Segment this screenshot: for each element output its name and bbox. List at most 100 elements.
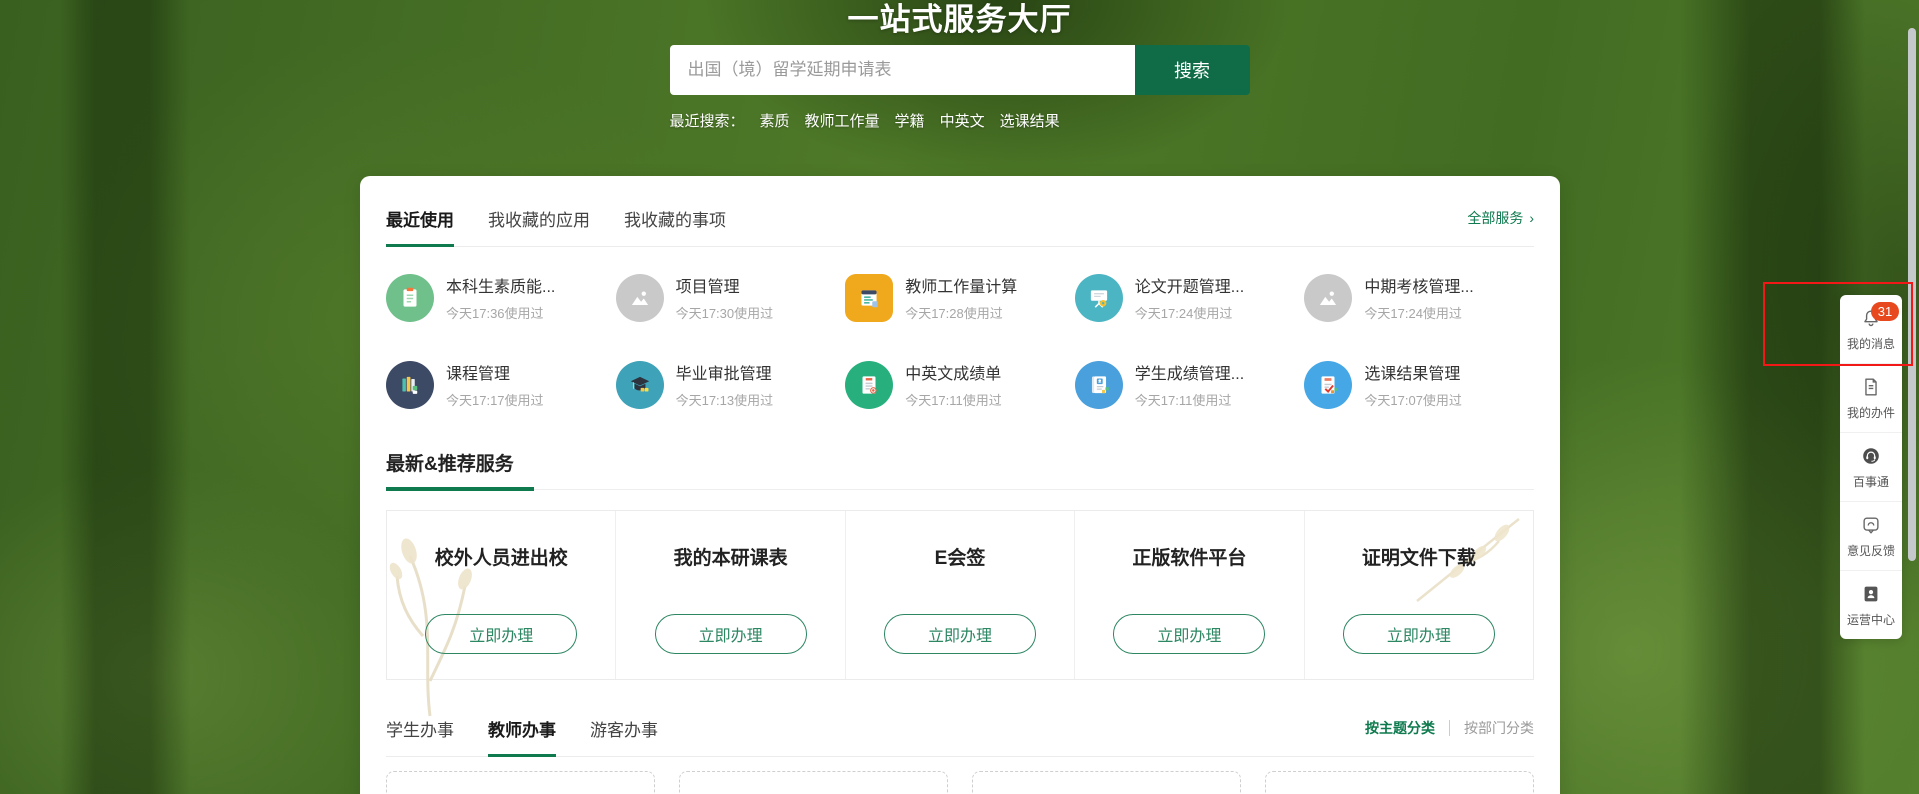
unread-count-badge: 31 bbox=[1871, 302, 1899, 321]
tab-student-services[interactable]: 学生办事 bbox=[386, 716, 454, 756]
recent-search-term[interactable]: 教师工作量 bbox=[805, 110, 880, 131]
app-item[interactable]: 论文开题管理... 今天17:24使用过 bbox=[1075, 273, 1305, 322]
recommended-heading: 最新&推荐服务 bbox=[386, 454, 514, 475]
apps-tabs: 最近使用 我收藏的应用 我收藏的事项 全部服务 › bbox=[386, 206, 1534, 247]
recent-search-term[interactable]: 学籍 bbox=[895, 110, 925, 131]
graduation-cap-icon bbox=[616, 361, 664, 409]
handle-now-button[interactable]: 立即办理 bbox=[1343, 614, 1495, 654]
app-last-used: 今天17:30使用过 bbox=[676, 303, 774, 322]
app-last-used: 今天17:17使用过 bbox=[446, 390, 544, 409]
page-title: 一站式服务大厅 bbox=[0, 0, 1919, 39]
image-placeholder-icon bbox=[1304, 274, 1352, 322]
sidebar-item-my-tasks[interactable]: 我的办件 bbox=[1840, 364, 1902, 433]
recent-apps-grid: 本科生素质能... 今天17:36使用过 项目管理 今天17:30使用过 bbox=[386, 273, 1534, 409]
tab-favorite-items[interactable]: 我收藏的事项 bbox=[624, 206, 726, 246]
handle-now-button[interactable]: 立即办理 bbox=[425, 614, 577, 654]
app-last-used: 今天17:36使用过 bbox=[446, 303, 555, 322]
recent-search-label: 最近搜索： bbox=[670, 110, 745, 131]
chevron-right-icon: › bbox=[1529, 210, 1534, 226]
app-name: 教师工作量计算 bbox=[905, 273, 1017, 297]
app-last-used: 今天17:11使用过 bbox=[905, 390, 1002, 409]
handle-now-button[interactable]: 立即办理 bbox=[655, 614, 807, 654]
transcript-icon bbox=[845, 361, 893, 409]
app-name: 学生成绩管理... bbox=[1135, 360, 1244, 384]
recent-search-term[interactable]: 中英文 bbox=[940, 110, 985, 131]
feedback-bubble-icon bbox=[1860, 514, 1882, 536]
search-input[interactable] bbox=[670, 45, 1135, 95]
search-button[interactable]: 搜索 bbox=[1135, 45, 1250, 95]
portal-page: 一站式服务大厅 搜索 最近搜索： 素质 教师工作量 学籍 中英文 选课结果 最近… bbox=[0, 0, 1919, 794]
recent-search-term[interactable]: 选课结果 bbox=[1000, 110, 1060, 131]
task-list-icon bbox=[845, 274, 893, 322]
handle-now-button[interactable]: 立即办理 bbox=[1113, 614, 1265, 654]
sidebar-item-label: 百事通 bbox=[1853, 473, 1889, 490]
app-last-used: 今天17:28使用过 bbox=[905, 303, 1017, 322]
app-name: 本科生素质能... bbox=[446, 273, 555, 297]
service-title: 我的本研课表 bbox=[674, 543, 788, 570]
recent-search-term[interactable]: 素质 bbox=[760, 110, 790, 131]
service-card-placeholder[interactable] bbox=[972, 771, 1241, 794]
operations-center-icon bbox=[1860, 583, 1882, 605]
app-item[interactable]: 项目管理 今天17:30使用过 bbox=[616, 273, 846, 322]
image-placeholder-icon bbox=[616, 274, 664, 322]
service-card: 正版软件平台 立即办理 bbox=[1075, 511, 1304, 679]
app-item[interactable]: 学生成绩管理... 今天17:11使用过 bbox=[1075, 360, 1305, 409]
service-title: 正版软件平台 bbox=[1132, 543, 1246, 570]
app-last-used: 今天17:24使用过 bbox=[1135, 303, 1244, 322]
app-last-used: 今天17:24使用过 bbox=[1364, 303, 1473, 322]
recent-search-row: 最近搜索： 素质 教师工作量 学籍 中英文 选课结果 bbox=[670, 110, 1250, 131]
app-item[interactable]: 毕业审批管理 今天17:13使用过 bbox=[616, 360, 846, 409]
presentation-gear-icon bbox=[1075, 274, 1123, 322]
app-name: 项目管理 bbox=[676, 273, 774, 297]
service-card: 证明文件下载 立即办理 bbox=[1305, 511, 1533, 679]
app-item[interactable]: 中英文成绩单 今天17:11使用过 bbox=[845, 360, 1075, 409]
app-item[interactable]: 教师工作量计算 今天17:28使用过 bbox=[845, 273, 1075, 322]
app-item[interactable]: 中期考核管理... 今天17:24使用过 bbox=[1304, 273, 1534, 322]
service-list-row bbox=[386, 771, 1534, 794]
service-card-placeholder[interactable] bbox=[679, 771, 948, 794]
app-name: 中英文成绩单 bbox=[905, 360, 1002, 384]
sort-by-theme-link[interactable]: 按主题分类 bbox=[1365, 718, 1435, 738]
sidebar-item-label: 意见反馈 bbox=[1847, 542, 1895, 559]
headset-icon bbox=[1860, 445, 1882, 467]
sidebar-item-messages[interactable]: 31 我的消息 bbox=[1840, 295, 1902, 364]
sidebar-item-helpdesk[interactable]: 百事通 bbox=[1840, 433, 1902, 502]
recommended-services-panel: 校外人员进出校 立即办理 我的本研课表 立即办理 E会签 立即办理 正版软件平台… bbox=[386, 510, 1534, 680]
sidebar-item-operations[interactable]: 运营中心 bbox=[1840, 571, 1902, 639]
audience-tabs: 学生办事 教师办事 游客办事 按主题分类 按部门分类 bbox=[386, 716, 1534, 757]
app-item[interactable]: 课程管理 今天17:17使用过 bbox=[386, 360, 616, 409]
main-service-card: 最近使用 我收藏的应用 我收藏的事项 全部服务 › 本科生素质能... 今天17… bbox=[360, 176, 1560, 794]
heading-underline bbox=[386, 487, 534, 491]
scrollbar-thumb[interactable] bbox=[1908, 28, 1916, 561]
handle-now-button[interactable]: 立即办理 bbox=[884, 614, 1036, 654]
utility-sidebar: 31 我的消息 我的办件 百事通 意见反馈 运营中心 bbox=[1840, 295, 1902, 639]
tab-teacher-services[interactable]: 教师办事 bbox=[488, 716, 556, 757]
app-item[interactable]: 选课结果管理 今天17:07使用过 bbox=[1304, 360, 1534, 409]
service-card-placeholder[interactable] bbox=[386, 771, 655, 794]
all-services-link[interactable]: 全部服务 › bbox=[1467, 208, 1534, 228]
tab-favorite-apps[interactable]: 我收藏的应用 bbox=[488, 206, 590, 246]
service-title: 校外人员进出校 bbox=[435, 543, 568, 570]
sort-by-department-link[interactable]: 按部门分类 bbox=[1464, 718, 1534, 738]
app-last-used: 今天17:13使用过 bbox=[676, 390, 774, 409]
app-name: 毕业审批管理 bbox=[676, 360, 774, 384]
app-name: 中期考核管理... bbox=[1364, 273, 1473, 297]
service-card: 我的本研课表 立即办理 bbox=[616, 511, 845, 679]
search-bar: 搜索 bbox=[670, 45, 1250, 95]
clipboard-icon bbox=[386, 274, 434, 322]
vertical-divider bbox=[1449, 720, 1450, 736]
tab-visitor-services[interactable]: 游客办事 bbox=[590, 716, 658, 756]
recommended-section-header: 最新&推荐服务 bbox=[386, 449, 1534, 490]
sidebar-item-feedback[interactable]: 意见反馈 bbox=[1840, 502, 1902, 571]
service-card-placeholder[interactable] bbox=[1265, 771, 1534, 794]
app-item[interactable]: 本科生素质能... 今天17:36使用过 bbox=[386, 273, 616, 322]
service-card: 校外人员进出校 立即办理 bbox=[387, 511, 616, 679]
document-icon bbox=[1860, 376, 1882, 398]
sidebar-item-label: 我的办件 bbox=[1847, 404, 1895, 421]
service-title: E会签 bbox=[935, 543, 986, 570]
tab-recently-used[interactable]: 最近使用 bbox=[386, 206, 454, 247]
service-card: E会签 立即办理 bbox=[846, 511, 1075, 679]
app-name: 论文开题管理... bbox=[1135, 273, 1244, 297]
app-last-used: 今天17:11使用过 bbox=[1135, 390, 1244, 409]
app-name: 课程管理 bbox=[446, 360, 544, 384]
